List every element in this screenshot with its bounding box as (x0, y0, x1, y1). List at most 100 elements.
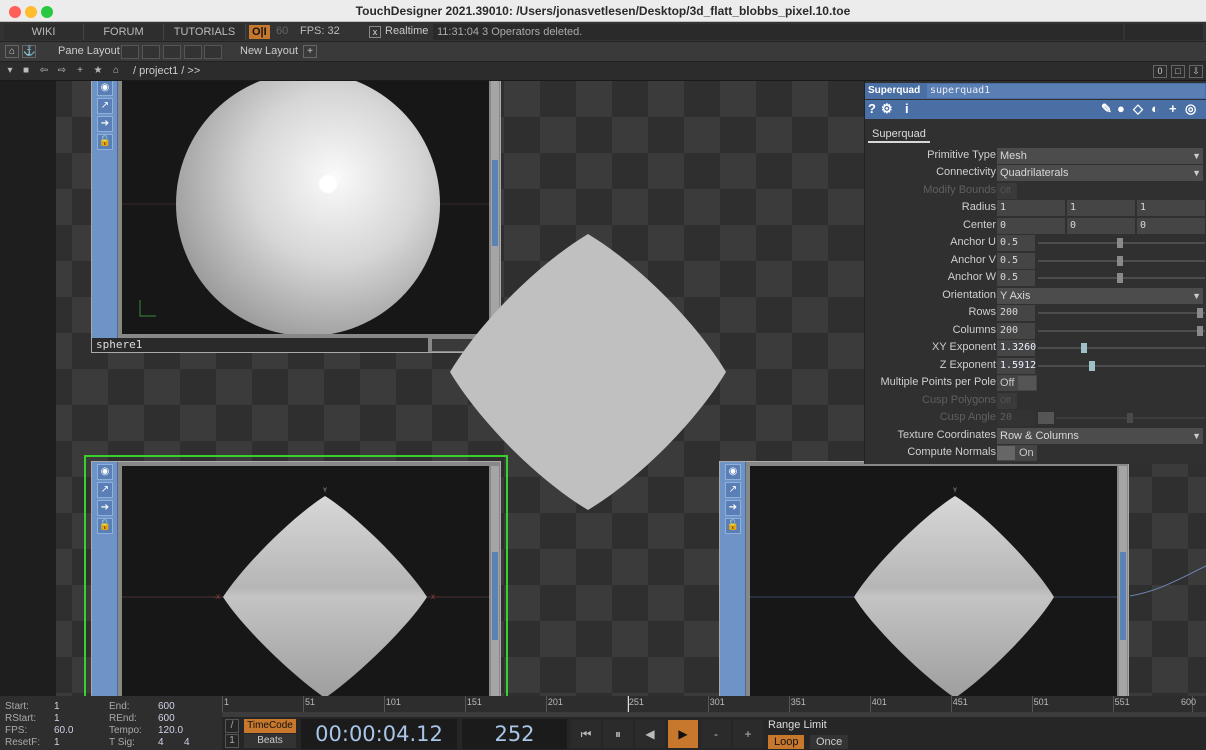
operator-name-field[interactable]: superquad1 (927, 84, 1205, 98)
rows-slider-track[interactable] (1038, 312, 1205, 314)
right-node-scroll-handle[interactable] (1120, 552, 1126, 640)
realtime-checkbox[interactable]: x (369, 26, 381, 38)
z-exponent-field[interactable]: 1.5912 (997, 358, 1036, 374)
radius-x-field[interactable]: 1 (997, 200, 1065, 216)
color-icon[interactable]: ◐ (1151, 101, 1159, 116)
center-z-field[interactable]: 0 (1137, 218, 1205, 234)
superquad-viewport-left[interactable]: Y X -X (122, 466, 489, 696)
home-icon[interactable]: ⌂ (110, 65, 122, 77)
playhead-marker[interactable] (628, 696, 630, 712)
back-icon[interactable]: ⇦ (38, 65, 50, 77)
comment-icon[interactable]: ● (1117, 101, 1125, 116)
primitive-type-menu[interactable]: Mesh ▼ (997, 148, 1203, 164)
tab-superquad[interactable]: Superquad (868, 127, 930, 143)
layout-single-button[interactable] (121, 45, 139, 59)
anchor-w-field[interactable]: 0.5 (997, 270, 1035, 286)
node-lock-icon[interactable]: 🔓 (97, 134, 113, 150)
compute-normals-toggle[interactable]: On (997, 445, 1037, 461)
rend-value[interactable]: 600 (158, 713, 175, 724)
superquad-viewport-right[interactable]: Y (750, 466, 1117, 696)
step-plus-button[interactable]: + (733, 720, 763, 748)
columns-slider-knob[interactable] (1197, 326, 1203, 336)
new-layout-label[interactable]: New Layout (240, 45, 298, 57)
stop-icon[interactable]: ■ (20, 65, 32, 77)
columns-slider-track[interactable] (1038, 330, 1205, 332)
right-node-scroll[interactable] (1119, 466, 1127, 696)
node-viewer-icon[interactable]: ◉ (97, 81, 113, 96)
anchor-w-slider-knob[interactable] (1117, 273, 1123, 283)
target-icon[interactable]: ◎ (1185, 101, 1196, 117)
fps-value[interactable]: 60.0 (54, 725, 73, 736)
center-y-field[interactable]: 0 (1067, 218, 1135, 234)
texture-coordinates-menu[interactable]: Row & Columns ▼ (997, 428, 1203, 444)
perform-mode-toggle[interactable]: O|I (249, 25, 270, 39)
tsig-numerator[interactable]: 4 (158, 737, 164, 748)
node-edit-icon[interactable]: ↗ (97, 98, 113, 114)
anchor-v-field[interactable]: 0.5 (997, 253, 1035, 269)
network-path[interactable]: / project1 / >> (133, 65, 200, 77)
sphere-node[interactable]: ◉ ↗ ➔ 🔓 sphere1 (91, 81, 501, 353)
help-icon[interactable]: ? (868, 101, 876, 116)
timeline-slash-button[interactable]: / (225, 719, 239, 733)
info-icon[interactable]: i (905, 101, 909, 116)
layout-grid-button[interactable] (204, 45, 222, 59)
orientation-menu[interactable]: Y Axis ▼ (997, 288, 1203, 304)
add-icon[interactable]: + (74, 65, 86, 77)
node-edit-icon[interactable]: ↗ (725, 482, 741, 498)
left-node-scroll-handle[interactable] (492, 552, 498, 640)
rows-field[interactable]: 200 (997, 305, 1035, 321)
layout-split-horizontal-button[interactable] (163, 45, 181, 59)
layout-split-vertical-button[interactable] (142, 45, 160, 59)
go-to-start-button[interactable]: ⏮ (571, 720, 601, 748)
xy-exponent-slider-track[interactable] (1038, 347, 1205, 349)
maximize-pane-icon[interactable]: □ (1171, 65, 1185, 78)
anchor-v-slider-knob[interactable] (1117, 256, 1123, 266)
flag-icon[interactable]: ◇ (1133, 101, 1143, 117)
node-viewer-icon[interactable]: ◉ (97, 464, 113, 480)
forum-button[interactable]: FORUM (84, 24, 164, 40)
left-node-scroll[interactable] (491, 466, 499, 696)
anchor-u-field[interactable]: 0.5 (997, 235, 1035, 251)
radius-z-field[interactable]: 1 (1137, 200, 1205, 216)
timecode-toggle[interactable]: TimeCode (244, 719, 296, 733)
radius-y-field[interactable]: 1 (1067, 200, 1135, 216)
resetf-value[interactable]: 1 (54, 737, 60, 748)
pause-button[interactable]: ⏸ (603, 720, 633, 748)
tempo-value[interactable]: 120.0 (158, 725, 183, 736)
xy-exponent-field[interactable]: 1.3260 (997, 340, 1036, 356)
forward-icon[interactable]: ⇨ (56, 65, 68, 77)
rows-slider-knob[interactable] (1197, 308, 1203, 318)
node-viewer-icon[interactable]: ◉ (725, 464, 741, 480)
bookmark-star-icon[interactable]: ★ (92, 65, 104, 77)
connectivity-menu[interactable]: Quadrilaterals ▼ (997, 165, 1203, 181)
z-exponent-slider-track[interactable] (1038, 365, 1205, 367)
sphere-viewport[interactable] (122, 81, 489, 334)
pane-expand-icon[interactable]: ⌂ (5, 45, 19, 58)
node-lock-icon[interactable]: 🔓 (725, 518, 741, 534)
xy-exponent-slider-knob[interactable] (1081, 343, 1087, 353)
timeline-i-button[interactable]: 1 (225, 734, 239, 748)
layout-quad-button[interactable] (184, 45, 202, 59)
anchor-u-slider-knob[interactable] (1117, 238, 1123, 248)
pane-menu-icon[interactable]: ▾ (4, 65, 16, 77)
start-value[interactable]: 1 (54, 701, 60, 712)
step-back-button[interactable]: ◀ (635, 720, 665, 748)
multiple-points-toggle[interactable]: Off (997, 375, 1037, 391)
python-help-icon[interactable]: ⚙ (881, 101, 893, 117)
wiki-button[interactable]: WIKI (4, 24, 84, 40)
node-output-icon[interactable]: ➔ (97, 500, 113, 516)
end-value[interactable]: 600 (158, 701, 175, 712)
node-edit-icon[interactable]: ↗ (97, 482, 113, 498)
once-toggle[interactable]: Once (810, 735, 849, 749)
edit-pencil-icon[interactable]: ✎ (1101, 101, 1112, 117)
rstart-value[interactable]: 1 (54, 713, 60, 724)
node-lock-icon[interactable]: 🔓 (97, 518, 113, 534)
superquad-node-left[interactable]: ◉ ↗ ➔ 🔓 Y X -X (91, 461, 501, 696)
frame-display[interactable]: 252 (462, 719, 567, 749)
play-button[interactable]: ▶ (668, 720, 698, 748)
loop-toggle[interactable]: Loop (768, 735, 805, 749)
tutorials-button[interactable]: TUTORIALS (164, 24, 246, 40)
add-layout-button[interactable]: + (303, 45, 317, 58)
pane-options-icon[interactable]: ⇩ (1189, 65, 1203, 78)
node-output-icon[interactable]: ➔ (725, 500, 741, 516)
